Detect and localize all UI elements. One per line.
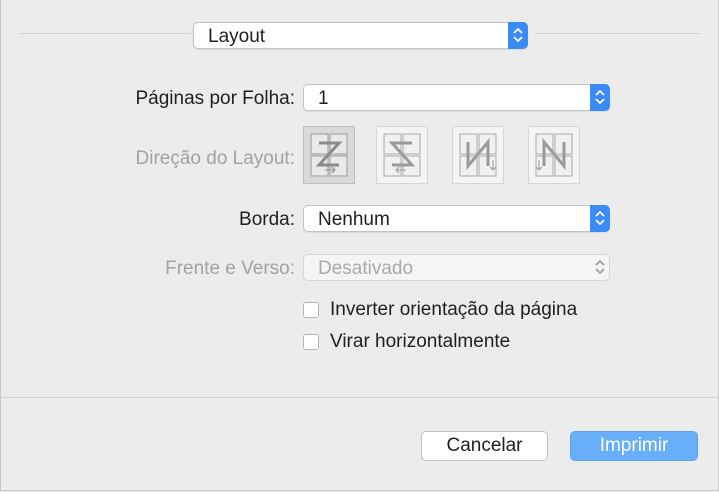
bottom-separator (1, 397, 718, 398)
cancel-button[interactable]: Cancelar (421, 431, 548, 461)
two-sided-label: Frente e Verso: (165, 258, 295, 279)
two-sided-select[interactable]: Desativado (303, 254, 610, 281)
pages-per-sheet-value: 1 (318, 88, 329, 109)
top-separator-left (19, 33, 191, 34)
reverse-page-orientation-label: Inverter orientação da página (330, 299, 578, 320)
layout-direction-z[interactable] (303, 126, 355, 184)
print-button[interactable]: Imprimir (570, 431, 698, 461)
reverse-n-layout-icon (459, 133, 497, 177)
layout-direction-reverse-z[interactable] (376, 126, 428, 184)
border-label: Borda: (239, 209, 295, 230)
flip-horizontally-checkbox[interactable] (303, 334, 319, 350)
reverse-page-orientation-checkbox[interactable] (303, 302, 319, 318)
two-sided-value: Desativado (318, 258, 414, 279)
layout-direction-label: Direção do Layout: (135, 148, 296, 169)
layout-direction-reverse-n[interactable] (452, 126, 504, 184)
chevron-updown-icon (508, 22, 528, 49)
pages-per-sheet-label: Páginas por Folha: (135, 88, 296, 109)
layout-direction-n[interactable] (528, 126, 580, 184)
chevron-updown-icon (590, 205, 610, 232)
chevron-updown-icon (590, 84, 610, 111)
chevron-updown-icon (590, 254, 610, 281)
panel-select[interactable]: Layout (193, 22, 528, 49)
reverse-z-layout-icon (383, 133, 421, 177)
z-layout-icon (310, 133, 348, 177)
pages-per-sheet-select[interactable]: 1 (303, 84, 610, 111)
flip-horizontally-label: Virar horizontalmente (330, 331, 511, 352)
border-value: Nenhum (318, 209, 390, 230)
border-select[interactable]: Nenhum (303, 205, 610, 232)
panel-select-value: Layout (208, 26, 266, 47)
n-layout-icon (535, 133, 573, 177)
print-dialog: Layout Páginas por Folha: 1 Direção do L… (0, 0, 719, 491)
top-separator-right (535, 33, 700, 34)
